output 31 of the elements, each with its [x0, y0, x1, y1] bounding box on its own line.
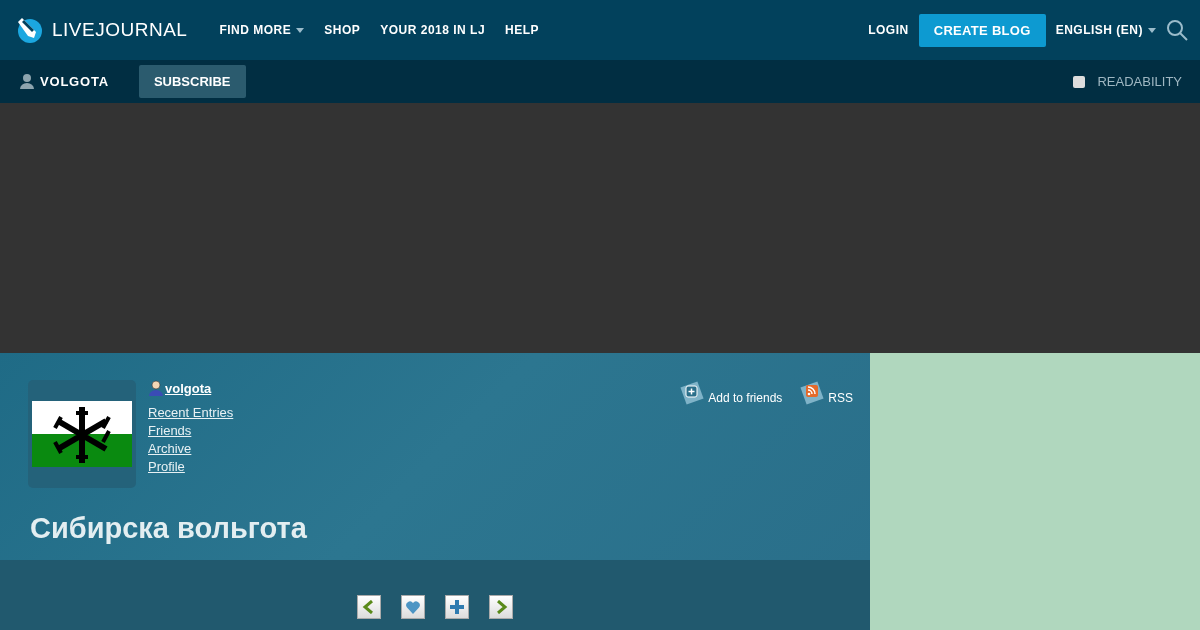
- pencil-logo-icon: [16, 16, 44, 44]
- caret-icon: [296, 27, 305, 33]
- person-icon: [148, 380, 164, 396]
- nav-square-button[interactable]: [489, 595, 513, 619]
- nav-link[interactable]: HELP: [505, 23, 540, 37]
- journal-link[interactable]: Friends: [148, 423, 234, 438]
- login-link[interactable]: LOGIN: [868, 23, 909, 37]
- journal-link[interactable]: Profile: [148, 459, 234, 474]
- nav-square-button[interactable]: [401, 595, 425, 619]
- user-link[interactable]: VOLGOTA: [20, 74, 109, 89]
- journal-action-link[interactable]: RSS: [800, 381, 853, 405]
- logo-text[interactable]: LIVEJOURNAL: [52, 19, 188, 41]
- readability-checkbox[interactable]: [1073, 75, 1086, 88]
- nav-link[interactable]: YOUR 2018 IN LJ: [380, 23, 486, 37]
- heart-icon: [406, 600, 420, 614]
- journal-link[interactable]: Archive: [148, 441, 234, 456]
- language-selector[interactable]: ENGLISH (EN): [1055, 23, 1156, 37]
- subscribe-button[interactable]: SUBSCRIBE: [138, 65, 246, 98]
- journal-link[interactable]: Recent Entries: [148, 405, 234, 420]
- search-icon[interactable]: [1166, 19, 1188, 41]
- username-link[interactable]: volgota: [148, 380, 234, 396]
- readability-label[interactable]: READABILITY: [1097, 74, 1182, 89]
- nav-square-button[interactable]: [357, 595, 381, 619]
- caret-icon: [1148, 27, 1156, 33]
- journal-title: Сибирска вольгота: [30, 512, 308, 545]
- nav-link[interactable]: FIND MORE: [219, 23, 305, 37]
- nav-link[interactable]: SHOP: [324, 23, 361, 37]
- nav-square-button[interactable]: [445, 595, 469, 619]
- journal-action-link[interactable]: Add to friends: [680, 381, 783, 405]
- plus-icon: [450, 600, 464, 614]
- person-icon: [20, 74, 34, 89]
